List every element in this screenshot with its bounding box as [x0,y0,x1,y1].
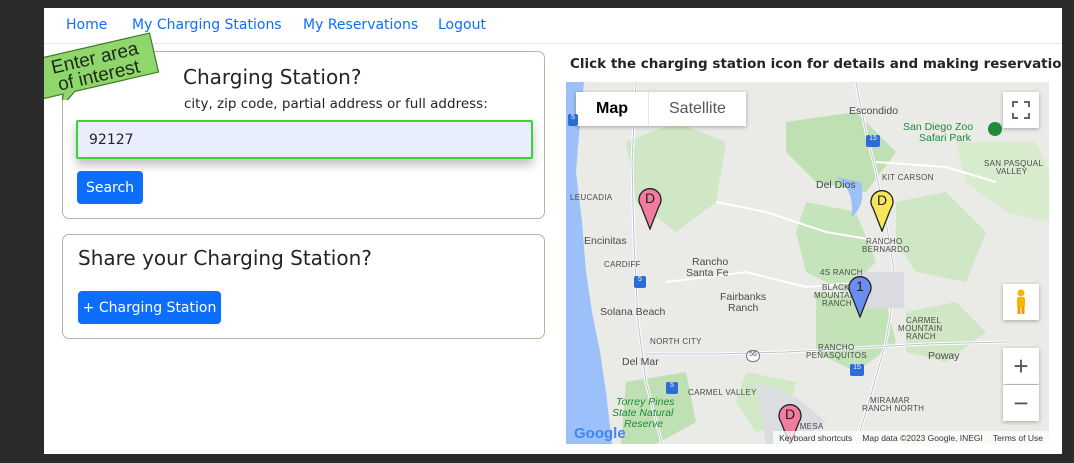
top-nav: Home My Charging Stations My Reservation… [44,8,1062,44]
share-card: Share your Charging Station? + Charging … [62,234,545,339]
place-cardiff: CARDIFF [604,260,641,269]
place-north-city: NORTH CITY [650,337,702,346]
place-del-dios: Del Dios [816,179,856,191]
add-charging-station-button[interactable]: + Charging Station [78,291,221,324]
place-escondido: Escondido [849,105,899,117]
fullscreen-button[interactable] [1003,92,1039,128]
map-data-attribution: Map data ©2023 Google, INEGI [862,432,983,443]
shield-sr56: 56 [746,350,760,362]
pin-label: D [877,192,887,208]
place-zoo-2: Safari Park [919,132,971,144]
pin-label: D [785,406,795,422]
zoom-out-button[interactable]: − [1003,385,1039,421]
shield-i5-mid: 5 [634,276,646,288]
callout-shape: Enter area of interest [44,32,160,109]
map-view[interactable]: Map Satellite + − Escondido San Diego Zo… [566,82,1049,444]
place-rancho-bernardo-2: BERNARDO [862,245,910,254]
place-rancho-santa-fe-2: Santa Fe [686,267,729,279]
place-san-pasqual-2: VALLEY [996,167,1028,176]
terms-of-use-link[interactable]: Terms of Use [993,433,1043,443]
place-leucadia: LEUCADIA [570,193,613,202]
location-input[interactable] [78,122,531,157]
map-type-map[interactable]: Map [576,92,648,126]
place-fairbanks-2: Ranch [728,302,759,314]
place-del-mar: Del Mar [622,356,659,368]
place-kit-carson: KIT CARSON [882,173,934,182]
place-carmel-valley: CARMEL VALLEY [688,388,757,397]
place-rancho-penasquitos-2: PEÑASQUITOS [806,351,867,360]
place-carmel-mtn-3: RANCH [906,332,936,341]
fullscreen-icon [1012,101,1030,119]
place-torrey-pines-3: Reserve [624,418,664,430]
pin-label: 1 [856,278,864,294]
enter-area-callout: Enter area of interest [44,28,168,109]
station-pin-rancho-bernardo[interactable]: D [870,188,894,233]
shield-i15-north: 15 [866,135,880,147]
keyboard-shortcuts-link[interactable]: Keyboard shortcuts [779,433,852,443]
nav-my-reservations[interactable]: My Reservations [303,17,418,33]
street-view-pegman[interactable] [1003,284,1039,320]
zoo-icon [988,122,1002,136]
station-pin-black-mountain[interactable]: 1 [848,274,872,319]
place-solana-beach: Solana Beach [600,306,666,318]
shield-i5-north: 5 [568,114,578,126]
place-poway: Poway [928,350,960,362]
location-input-wrapper [76,120,533,159]
map-footer: Keyboard shortcuts Map data ©2023 Google… [773,431,1049,444]
share-heading: Share your Charging Station? [78,246,372,270]
map-pin-icon: D [638,188,662,231]
map-pin-icon: 1 [848,276,872,319]
place-encinitas: Encinitas [584,235,627,247]
map-instruction: Click the charging station icon for deta… [570,56,1062,72]
map-type-satellite[interactable]: Satellite [648,92,746,126]
search-heading: Charging Station? [183,65,362,89]
shield-i15-south: 15 [850,364,864,376]
search-button[interactable]: Search [77,171,143,204]
search-hint: city, zip code, partial address or full … [184,96,488,112]
place-miramar-2: RANCH NORTH [862,404,925,413]
app-frame: Home My Charging Stations My Reservation… [44,8,1062,454]
google-logo: Google [574,425,626,442]
zoom-in-button[interactable]: + [1003,348,1039,384]
station-pin-leucadia[interactable]: D [638,186,662,231]
pegman-icon [1017,289,1025,314]
shield-i5-south: 5 [666,382,678,394]
map-type-control: Map Satellite [576,92,746,126]
map-pin-icon: D [870,190,894,233]
nav-logout[interactable]: Logout [438,17,486,33]
pin-label: D [645,190,655,206]
